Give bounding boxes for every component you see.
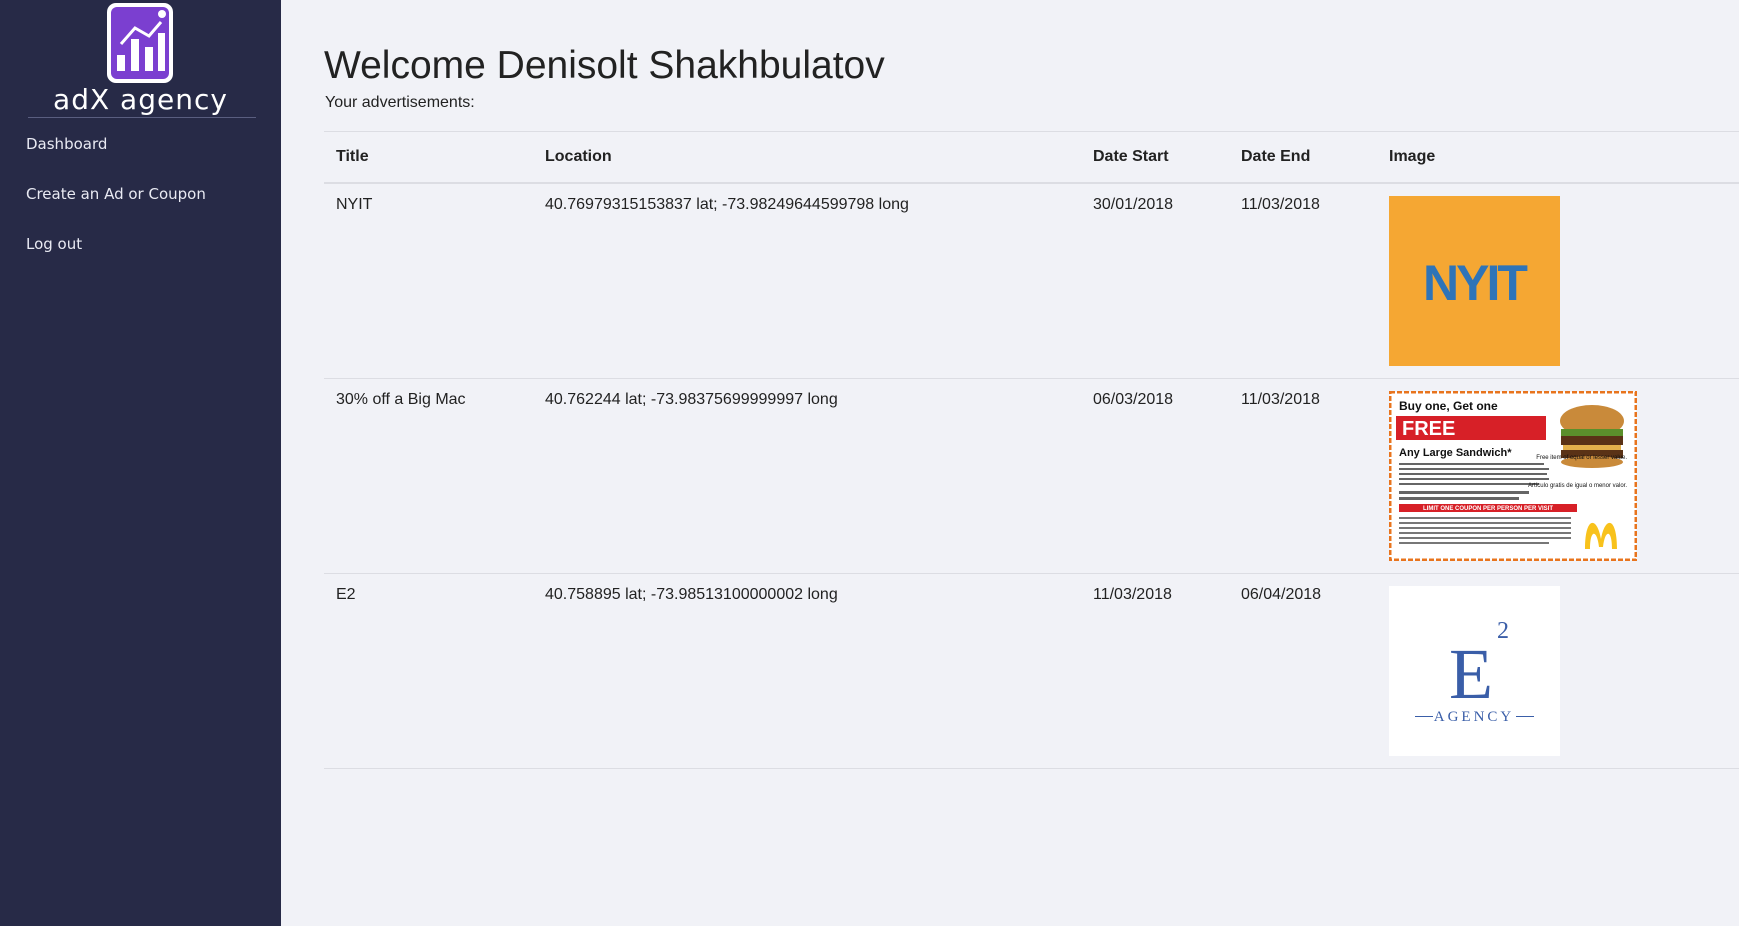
- brand-logo-icon[interactable]: [104, 0, 176, 86]
- coupon-side-note-es: Artículo gratis de igual o menor valor.: [1528, 483, 1627, 489]
- section-subtitle: Your advertisements:: [325, 94, 475, 111]
- page-title: Welcome Denisolt Shakhbulatov: [324, 44, 885, 87]
- sidebar-divider: [28, 117, 256, 118]
- coupon-free-label: FREE: [1402, 418, 1455, 440]
- ads-table: Title Location Date Start Date End Image…: [324, 131, 1739, 769]
- ad-location: 40.76979315153837 lat; -73.9824964459979…: [533, 183, 1081, 379]
- column-header-date-end: Date End: [1229, 131, 1377, 184]
- sidebar-item-dashboard[interactable]: Dashboard: [26, 135, 107, 153]
- ad-location: 40.758895 lat; -73.98513100000002 long: [533, 573, 1081, 769]
- ad-date-end: 06/04/2018: [1229, 573, 1377, 769]
- column-header-date-start: Date Start: [1081, 131, 1229, 184]
- ad-title: NYIT: [324, 183, 533, 379]
- ad-date-start: 30/01/2018: [1081, 183, 1229, 379]
- ad-date-start: 11/03/2018: [1081, 573, 1229, 769]
- column-header-title: Title: [324, 131, 533, 184]
- ad-image-cell: E 2 AGENCY: [1377, 573, 1739, 769]
- ad-date-end: 11/03/2018: [1229, 183, 1377, 379]
- ad-location: 40.762244 lat; -73.98375699999997 long: [533, 378, 1081, 574]
- e2-agency-logo-image: E 2 AGENCY: [1389, 586, 1560, 756]
- e2-logo-letter: E: [1449, 634, 1493, 714]
- coupon-offer: Any Large Sandwich*: [1399, 447, 1512, 459]
- e2-logo-subtitle: AGENCY: [1434, 709, 1515, 725]
- coupon-side-note-en: Free item of equal or lesser value.: [1536, 455, 1627, 461]
- ad-image-cell: Buy one, Get one FREE Any Large Sandwich…: [1377, 378, 1739, 574]
- nyit-logo-text: NYIT: [1423, 255, 1527, 311]
- column-header-image: Image: [1377, 131, 1739, 184]
- brand-name: adX agency: [53, 83, 228, 116]
- table-row: E2 40.758895 lat; -73.98513100000002 lon…: [324, 573, 1739, 769]
- sidebar-item-logout[interactable]: Log out: [26, 235, 82, 253]
- column-header-location: Location: [533, 131, 1081, 184]
- ad-title: 30% off a Big Mac: [324, 378, 533, 574]
- main-content: Welcome Denisolt Shakhbulatov Your adver…: [281, 0, 1739, 926]
- e2-logo-superscript: 2: [1497, 618, 1509, 644]
- sidebar-item-create-ad[interactable]: Create an Ad or Coupon: [26, 185, 206, 203]
- table-row: 30% off a Big Mac 40.762244 lat; -73.983…: [324, 378, 1739, 574]
- nyit-logo-image: NYIT: [1389, 196, 1560, 366]
- sidebar: adX agency Dashboard Create an Ad or Cou…: [0, 0, 281, 926]
- coupon-headline: Buy one, Get one: [1399, 399, 1498, 413]
- table-header-row: Title Location Date Start Date End Image: [324, 131, 1739, 184]
- coupon-limit: LIMIT ONE COUPON PER PERSON PER VISIT: [1423, 506, 1553, 512]
- ad-date-end: 11/03/2018: [1229, 378, 1377, 574]
- ad-date-start: 06/03/2018: [1081, 378, 1229, 574]
- ad-image-cell: NYIT: [1377, 183, 1739, 379]
- table-row: NYIT 40.76979315153837 lat; -73.98249644…: [324, 183, 1739, 379]
- coupon-image: Buy one, Get one FREE Any Large Sandwich…: [1389, 391, 1637, 561]
- ad-title: E2: [324, 573, 533, 769]
